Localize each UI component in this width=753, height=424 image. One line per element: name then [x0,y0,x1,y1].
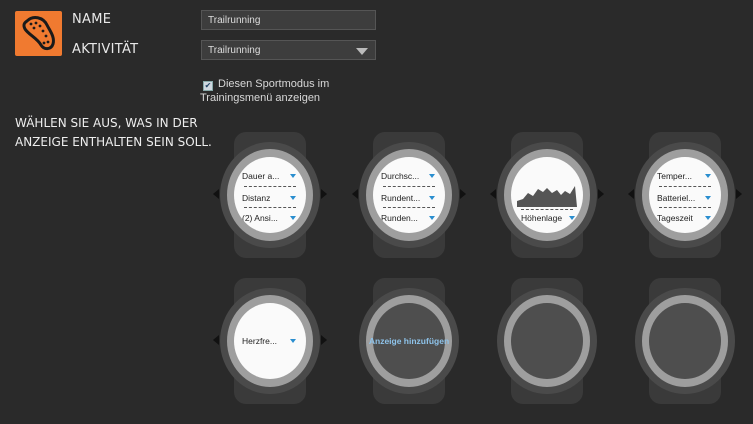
dropdown-arrow-icon [705,196,711,200]
activity-select[interactable]: Trailrunning [201,40,376,60]
add-display-link[interactable]: Anzeige hinzufügen [367,336,451,346]
dropdown-arrow-icon [429,216,435,220]
watch-face [649,303,721,379]
dropdown-arrow-icon [290,216,296,220]
display-watch-1[interactable]: Dauer a... Distanz (2) Ansi... [213,132,327,258]
instruction-text: Wählen Sie aus, was in der Anzeige entha… [15,114,212,152]
empty-watch-slot [635,278,735,404]
activity-label: AKTIVITÄT [72,42,139,57]
dropdown-arrow-icon [290,339,296,343]
instruction-line2: Anzeige enthalten sein soll. [15,135,212,149]
name-label: NAME [72,12,112,27]
prev-arrow-icon[interactable] [490,189,496,199]
watch-face: Temper... Batteriel... Tageszeit [649,157,721,233]
next-arrow-icon[interactable] [598,189,604,199]
field-select-2[interactable]: Distanz [242,193,298,205]
field-select-1[interactable]: Dauer a... [242,171,298,183]
instruction-line1: Wählen Sie aus, was in der [15,116,198,130]
dropdown-arrow-icon [429,174,435,178]
field-select-3[interactable]: Runden... [381,213,437,225]
watch-face [511,303,583,379]
display-watch-5[interactable]: Herzfre... [213,278,327,404]
field-select-3[interactable]: Tageszeit [657,213,713,225]
next-arrow-icon[interactable] [736,189,742,199]
name-input[interactable]: Trailrunning [201,10,376,30]
dropdown-arrow-icon [705,216,711,220]
prev-arrow-icon[interactable] [628,189,634,199]
watch-face: Durchsc... Rundent... Runden... [373,157,445,233]
altitude-graph [517,186,577,207]
add-display-watch[interactable]: Anzeige hinzufügen [359,278,459,404]
next-arrow-icon[interactable] [460,189,466,199]
dropdown-arrow-icon [569,216,575,220]
dropdown-arrow-icon [429,196,435,200]
field-select-1[interactable]: Durchsc... [381,171,437,183]
field-select-1[interactable]: Temper... [657,171,713,183]
field-select-2[interactable]: Batteriel... [657,193,713,205]
prev-arrow-icon[interactable] [352,189,358,199]
watch-face: Dauer a... Distanz (2) Ansi... [234,157,306,233]
running-shoe-sole-icon [22,16,55,51]
activity-logo [15,11,62,56]
field-select-1[interactable]: Höhenlage [521,213,577,225]
dropdown-arrow-icon [705,174,711,178]
show-in-menu-checkbox[interactable]: ✔ [203,81,213,91]
next-arrow-icon[interactable] [321,189,327,199]
dropdown-arrow-icon [290,174,296,178]
empty-watch-slot [497,278,597,404]
watch-face: Herzfre... [234,303,306,379]
prev-arrow-icon[interactable] [213,335,219,345]
next-arrow-icon[interactable] [321,335,327,345]
display-watch-4[interactable]: Temper... Batteriel... Tageszeit [628,132,742,258]
watch-face: Anzeige hinzufügen [369,303,449,379]
checkbox-label-line2: Trainingsmenü anzeigen [200,92,321,104]
dropdown-arrow-icon [290,196,296,200]
activity-select-value: Trailrunning [208,45,261,56]
watch-face: Höhenlage [511,157,583,233]
display-watch-2[interactable]: Durchsc... Rundent... Runden... [352,132,466,258]
prev-arrow-icon[interactable] [213,189,219,199]
field-select-1[interactable]: Herzfre... [242,336,298,348]
display-watch-3[interactable]: Höhenlage [490,132,604,258]
chevron-down-icon [356,48,368,55]
field-select-3[interactable]: (2) Ansi... [242,213,298,225]
field-select-2[interactable]: Rundent... [381,193,437,205]
checkbox-label-line1: Diesen Sportmodus im [218,78,330,90]
